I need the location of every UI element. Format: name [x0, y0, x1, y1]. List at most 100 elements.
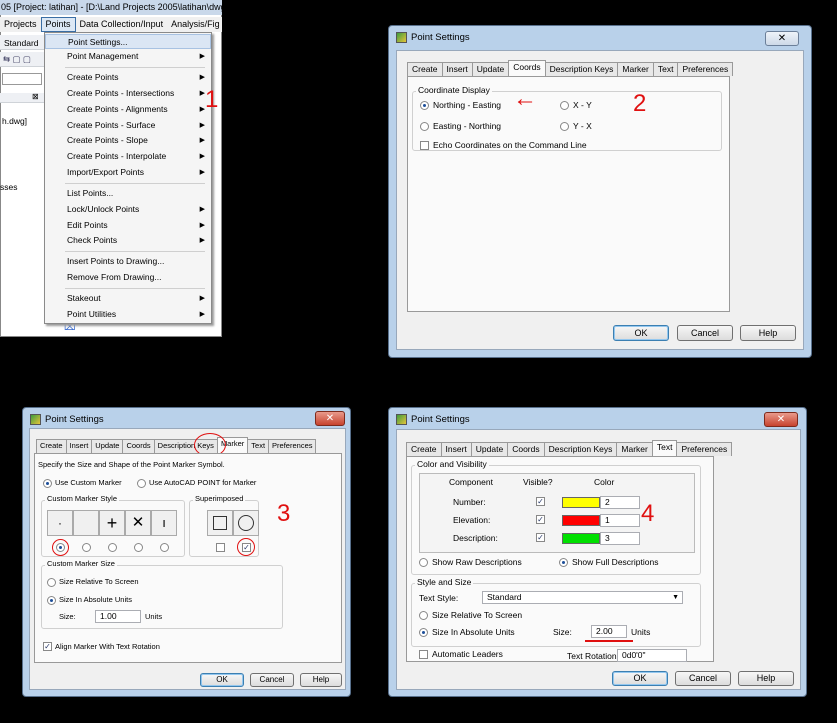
toolbar-icons[interactable]: ⇆ ▢ ▢: [3, 54, 31, 65]
text-rotation-input[interactable]: 0d0'0": [617, 649, 687, 662]
marker-none-icon[interactable]: [73, 510, 99, 536]
menu-item-create-intersections[interactable]: Create Points - Intersections ▶: [45, 86, 211, 101]
menu-item-import-export[interactable]: Import/Export Points ▶: [45, 165, 211, 180]
tab-preferences[interactable]: Preferences: [268, 439, 317, 453]
radio-marker-tick[interactable]: [160, 543, 169, 552]
close-icon[interactable]: ✕: [764, 412, 798, 427]
menu-item-create-slope[interactable]: Create Points - Slope ▶: [45, 133, 211, 148]
number-color-index[interactable]: 2: [600, 496, 640, 509]
radio-size-relative-screen[interactable]: [419, 611, 428, 620]
close-icon[interactable]: ⊠: [32, 92, 39, 101]
tab-coords[interactable]: Coords: [122, 439, 155, 453]
radio-y-x[interactable]: [560, 122, 569, 131]
text-size-input[interactable]: 2.00: [591, 625, 627, 638]
marker-plus-icon[interactable]: +: [99, 510, 125, 536]
radio-show-raw-descriptions[interactable]: [419, 558, 428, 567]
tab-update[interactable]: Update: [471, 62, 510, 76]
checkbox-description-visible[interactable]: ✓: [536, 533, 545, 542]
radio-use-custom-marker[interactable]: [43, 479, 52, 488]
elevation-color-swatch[interactable]: [562, 515, 600, 526]
checkbox-number-visible[interactable]: ✓: [536, 497, 545, 506]
menu-item-insert-points[interactable]: Insert Points to Drawing...: [45, 254, 211, 269]
menu-item-point-settings[interactable]: Point Settings...: [45, 34, 211, 49]
menu-item-create-points[interactable]: Create Points ▶: [45, 70, 211, 85]
tab-insert[interactable]: Insert: [440, 442, 472, 456]
tree-item-partial[interactable]: sses: [0, 182, 17, 192]
menu-projects[interactable]: Projects: [0, 17, 41, 32]
help-button[interactable]: Help: [300, 673, 342, 687]
marker-size-input[interactable]: 1.00: [95, 610, 141, 623]
menu-item-remove-from-drawing[interactable]: Remove From Drawing...: [45, 270, 211, 285]
marker-tick-icon[interactable]: ı: [151, 510, 177, 536]
menu-item-check-points[interactable]: Check Points ▶: [45, 233, 211, 248]
radio-marker-plus[interactable]: [108, 543, 117, 552]
menu-item-create-surface[interactable]: Create Points - Surface ▶: [45, 118, 211, 133]
tab-description-keys[interactable]: Description Keys: [543, 442, 618, 456]
menu-points[interactable]: Points: [40, 17, 76, 32]
tab-coords[interactable]: Coords: [508, 60, 546, 76]
menu-item-edit-points[interactable]: Edit Points ▶: [45, 218, 211, 233]
ok-button[interactable]: OK: [613, 325, 669, 341]
cancel-button[interactable]: Cancel: [677, 325, 733, 341]
tab-marker[interactable]: Marker: [616, 442, 653, 456]
tab-text[interactable]: Text: [652, 62, 679, 76]
menu-analysis[interactable]: Analysis/Fig: [167, 17, 224, 32]
tab-update[interactable]: Update: [91, 439, 124, 453]
close-icon[interactable]: ✕: [315, 411, 345, 426]
menu-item-point-management[interactable]: Point Management ▶: [45, 49, 211, 64]
radio-marker-x[interactable]: [134, 543, 143, 552]
tab-insert[interactable]: Insert: [65, 439, 93, 453]
drawing-tree-item[interactable]: h.dwg]: [2, 116, 27, 126]
number-color-swatch[interactable]: [562, 497, 600, 508]
elevation-color-index[interactable]: 1: [600, 514, 640, 527]
radio-size-relative-screen[interactable]: [47, 578, 56, 587]
checkbox-align-marker[interactable]: ✓: [43, 642, 52, 651]
radio-easting-northing[interactable]: [420, 122, 429, 131]
tab-insert[interactable]: Insert: [441, 62, 473, 76]
tab-update[interactable]: Update: [470, 442, 509, 456]
tab-create[interactable]: Create: [406, 442, 442, 456]
tab-description-keys[interactable]: Description Keys: [544, 62, 619, 76]
tab-text[interactable]: Text: [651, 440, 678, 456]
radio-size-absolute-units[interactable]: [47, 596, 56, 605]
cancel-button[interactable]: Cancel: [675, 671, 731, 686]
menu-item-point-utilities[interactable]: Point Utilities ▶: [45, 307, 211, 322]
tab-text[interactable]: Text: [247, 439, 270, 453]
tab-create[interactable]: Create: [36, 439, 67, 453]
radio-marker-none[interactable]: [82, 543, 91, 552]
tab-create[interactable]: Create: [407, 62, 443, 76]
radio-use-autocad-point[interactable]: [137, 479, 146, 488]
marker-x-icon[interactable]: ✕: [125, 510, 151, 536]
menu-item-stakeout[interactable]: Stakeout ▶: [45, 291, 211, 306]
radio-show-full-descriptions[interactable]: [559, 558, 568, 567]
superimpose-square-icon[interactable]: [207, 510, 233, 536]
ok-button[interactable]: OK: [612, 671, 668, 686]
close-icon[interactable]: ✕: [765, 31, 799, 46]
tab-preferences[interactable]: Preferences: [676, 442, 733, 456]
menu-item-list-points[interactable]: List Points...: [45, 186, 211, 201]
cancel-button[interactable]: Cancel: [250, 673, 294, 687]
ok-button[interactable]: OK: [200, 673, 244, 687]
toolbar-field[interactable]: [2, 73, 42, 85]
marker-dot-icon[interactable]: ·: [47, 510, 73, 536]
checkbox-automatic-leaders[interactable]: [419, 650, 428, 659]
radio-size-absolute-units[interactable]: [419, 628, 428, 637]
superimpose-circle-icon[interactable]: [233, 510, 259, 536]
checkbox-echo-coordinates[interactable]: [420, 141, 429, 150]
menu-item-lock-unlock[interactable]: Lock/Unlock Points ▶: [45, 202, 211, 217]
tab-preferences[interactable]: Preferences: [677, 62, 734, 76]
radio-x-y[interactable]: [560, 101, 569, 110]
description-color-swatch[interactable]: [562, 533, 600, 544]
help-button[interactable]: Help: [740, 325, 796, 341]
menu-item-create-interpolate[interactable]: Create Points - Interpolate ▶: [45, 149, 211, 164]
description-color-index[interactable]: 3: [600, 532, 640, 545]
checkbox-superimpose-square[interactable]: [216, 543, 225, 552]
tab-marker[interactable]: Marker: [617, 62, 654, 76]
text-style-select[interactable]: Standard ▼: [482, 591, 683, 604]
tab-coords[interactable]: Coords: [507, 442, 545, 456]
help-button[interactable]: Help: [738, 671, 794, 686]
checkbox-elevation-visible[interactable]: ✓: [536, 515, 545, 524]
menu-item-create-alignments[interactable]: Create Points - Alignments ▶: [45, 102, 211, 117]
radio-northing-easting[interactable]: [420, 101, 429, 110]
menu-data-collection[interactable]: Data Collection/Input: [76, 17, 168, 32]
